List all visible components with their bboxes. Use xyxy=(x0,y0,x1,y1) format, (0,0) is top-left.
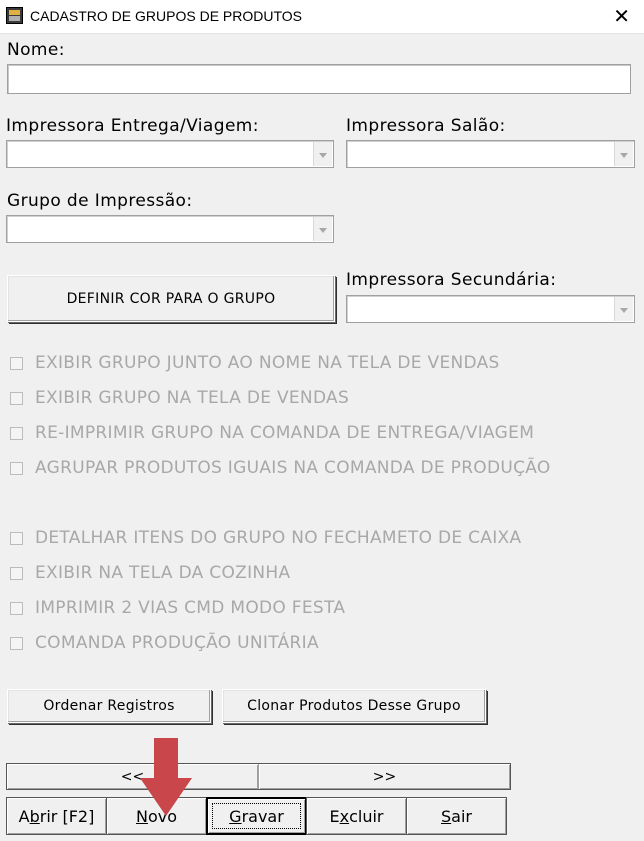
annotation-arrow-icon xyxy=(140,738,192,816)
checkbox-label: COMANDA PRODUÇÃO UNITÁRIA xyxy=(35,633,319,653)
next-record-button[interactable]: >> xyxy=(258,764,510,789)
sair-mnemonic: S xyxy=(441,806,452,826)
impressora-secundaria-select[interactable] xyxy=(346,295,635,323)
gravar-label-post: ravar xyxy=(241,806,284,826)
checkbox-exibir-grupo-tela-vendas[interactable]: EXIBIR GRUPO NA TELA DE VENDAS xyxy=(10,387,349,409)
checkbox-exibir-grupo-junto-nome[interactable]: EXIBIR GRUPO JUNTO AO NOME NA TELA DE VE… xyxy=(10,352,500,374)
checkbox-reimprimir-grupo[interactable]: RE-IMPRIMIR GRUPO NA COMANDA DE ENTREGA/… xyxy=(10,422,534,444)
chevron-down-icon[interactable] xyxy=(313,217,332,241)
checkbox-box[interactable] xyxy=(10,356,23,370)
abrir-button[interactable]: Ab rir [F2] xyxy=(6,797,107,835)
checkbox-detalhar-itens[interactable]: DETALHAR ITENS DO GRUPO NO FECHAMETO DE … xyxy=(10,527,521,549)
definir-cor-button[interactable]: DEFINIR COR PARA O GRUPO xyxy=(7,275,335,322)
close-icon[interactable]: ✕ xyxy=(613,4,630,28)
checkbox-comanda-unitaria[interactable]: COMANDA PRODUÇÃO UNITÁRIA xyxy=(10,632,319,654)
record-navigator: << >> xyxy=(6,763,511,790)
checkbox-label: IMPRIMIR 2 VIAS CMD MODO FESTA xyxy=(35,598,346,618)
window-title: CADASTRO DE GRUPOS DE PRODUTOS xyxy=(30,8,303,24)
impressora-secundaria-label: Impressora Secundária: xyxy=(346,270,557,290)
checkbox-box[interactable] xyxy=(10,391,23,405)
checkbox-label: EXIBIR NA TELA DA COZINHA xyxy=(35,563,291,583)
checkbox-box[interactable] xyxy=(10,636,23,650)
app-icon xyxy=(6,7,23,24)
grupo-impressao-label: Grupo de Impressão: xyxy=(7,191,193,211)
nome-label: Nome: xyxy=(7,40,65,60)
bottom-toolbar: Ab rir [F2] Novo Gravar Ex cluir Sair xyxy=(6,797,511,835)
checkbox-box[interactable] xyxy=(10,426,23,440)
sair-label-post: air xyxy=(451,806,472,826)
checkbox-box[interactable] xyxy=(10,601,23,615)
sair-button[interactable]: Sair xyxy=(406,797,507,835)
excluir-button[interactable]: Ex cluir xyxy=(306,797,407,835)
impressora-entrega-select[interactable] xyxy=(6,140,334,168)
abrir-mnemonic: b xyxy=(29,806,40,826)
checkbox-imprimir-2-vias[interactable]: IMPRIMIR 2 VIAS CMD MODO FESTA xyxy=(10,597,345,619)
clonar-produtos-button[interactable]: Clonar Produtos Desse Grupo xyxy=(222,689,486,723)
impressora-entrega-label: Impressora Entrega/Viagem: xyxy=(6,116,259,136)
ordenar-registros-button[interactable]: Ordenar Registros xyxy=(7,689,211,723)
gravar-button[interactable]: Gravar xyxy=(206,797,307,835)
checkbox-exibir-cozinha[interactable]: EXIBIR NA TELA DA COZINHA xyxy=(10,562,290,584)
checkbox-label: EXIBIR GRUPO JUNTO AO NOME NA TELA DE VE… xyxy=(35,353,500,373)
checkbox-label: AGRUPAR PRODUTOS IGUAIS NA COMANDA DE PR… xyxy=(35,458,551,478)
chevron-down-icon[interactable] xyxy=(313,142,332,166)
previous-record-button[interactable]: << xyxy=(7,764,258,789)
gravar-mnemonic: G xyxy=(229,806,242,826)
checkbox-label: DETALHAR ITENS DO GRUPO NO FECHAMETO DE … xyxy=(35,528,522,548)
abrir-label-pre: A xyxy=(18,806,30,826)
title-bar: CADASTRO DE GRUPOS DE PRODUTOS ✕ xyxy=(0,0,644,34)
nome-input[interactable] xyxy=(7,64,631,94)
checkbox-box[interactable] xyxy=(10,461,23,475)
excluir-label-post: cluir xyxy=(349,806,384,826)
grupo-impressao-select[interactable] xyxy=(6,215,334,243)
checkbox-label: EXIBIR GRUPO NA TELA DE VENDAS xyxy=(35,388,350,408)
checkbox-label: RE-IMPRIMIR GRUPO NA COMANDA DE ENTREGA/… xyxy=(35,423,535,443)
chevron-down-icon[interactable] xyxy=(614,142,633,166)
impressora-salao-select[interactable] xyxy=(346,140,635,168)
abrir-label-post: rir [F2] xyxy=(39,806,95,826)
chevron-down-icon[interactable] xyxy=(614,297,633,321)
excluir-mnemonic: x xyxy=(339,806,350,826)
checkbox-box[interactable] xyxy=(10,566,23,580)
checkbox-agrupar-produtos[interactable]: AGRUPAR PRODUTOS IGUAIS NA COMANDA DE PR… xyxy=(10,457,551,479)
impressora-salao-label: Impressora Salão: xyxy=(346,116,506,136)
checkbox-box[interactable] xyxy=(10,531,23,545)
excluir-label-pre: E xyxy=(329,806,340,826)
